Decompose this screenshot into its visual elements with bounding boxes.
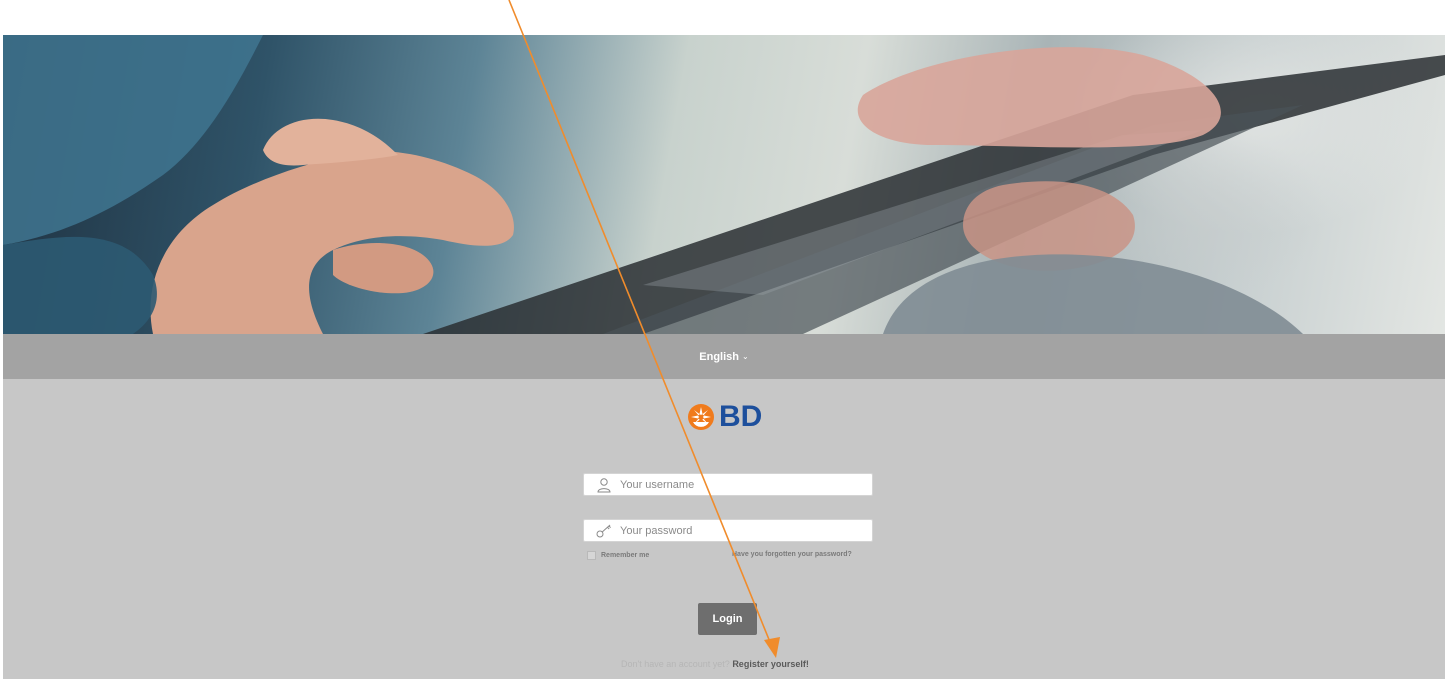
forgot-password-link[interactable]: Have you forgotten your password?: [732, 551, 852, 558]
register-question: Don't have an account yet?: [621, 659, 730, 669]
login-button[interactable]: Login: [698, 603, 757, 635]
register-link[interactable]: Register yourself!: [732, 659, 809, 669]
hero-image: [3, 35, 1445, 334]
password-input[interactable]: [616, 520, 872, 541]
username-field[interactable]: [583, 473, 873, 496]
hero-photo: [3, 35, 1445, 334]
username-input[interactable]: [616, 474, 872, 495]
user-icon: [592, 475, 616, 495]
remember-me[interactable]: Remember me: [587, 551, 649, 560]
key-icon: [592, 521, 616, 541]
password-field[interactable]: [583, 519, 873, 542]
chevron-down-icon: ⌄: [742, 352, 749, 361]
logo-text: BD: [719, 400, 763, 433]
remember-me-checkbox[interactable]: [587, 551, 596, 560]
register-prompt: Don't have an account yet? Register your…: [621, 659, 809, 669]
language-selector[interactable]: English ⌄: [699, 351, 748, 363]
language-bar: English ⌄: [3, 334, 1445, 379]
language-label: English: [699, 350, 740, 363]
bd-sunburst-icon: [688, 404, 714, 430]
bd-logo: BD: [687, 400, 762, 434]
remember-me-label: Remember me: [601, 552, 650, 559]
